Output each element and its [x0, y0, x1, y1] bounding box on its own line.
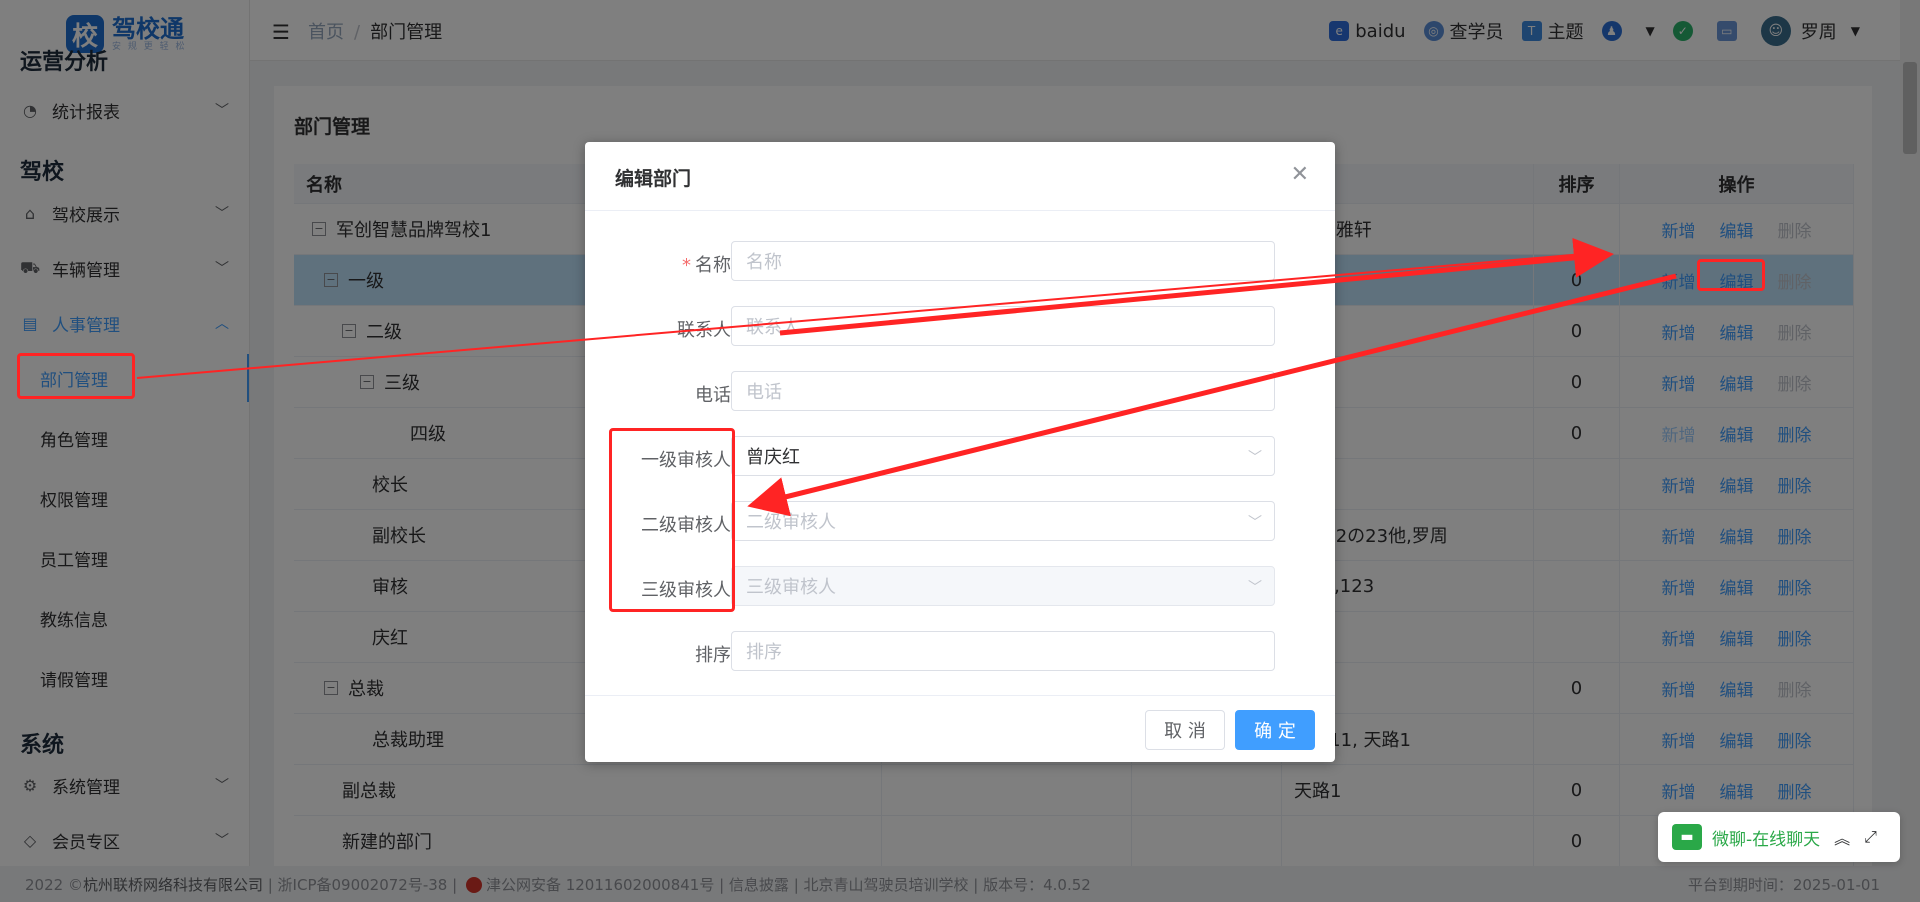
cancel-button[interactable]: 取 消 — [1145, 710, 1225, 750]
collapse-icon[interactable]: ︽ — [1834, 825, 1850, 849]
sort-input[interactable]: 排序 — [731, 631, 1275, 671]
chevron-down-icon: ﹀ — [1248, 515, 1262, 531]
expand-icon[interactable]: ⤢ — [1864, 827, 1877, 847]
required-mark: * — [682, 255, 691, 276]
annotation-box-edit — [1697, 259, 1765, 291]
name-input[interactable]: 名称 — [731, 241, 1275, 281]
approver2-select[interactable]: 二级审核人 ﹀ — [731, 501, 1275, 541]
chevron-down-icon: ﹀ — [1248, 580, 1262, 596]
annotation-box-sidebar — [17, 353, 135, 399]
chevron-down-icon: ﹀ — [1248, 450, 1262, 466]
chat-icon: ▬ — [1672, 824, 1702, 850]
form-row-sort: 排序 排序 — [585, 631, 1335, 673]
contact-input[interactable]: 联系人 — [731, 306, 1275, 346]
chat-widget[interactable]: ▬ 微聊-在线聊天 ︽ ⤢ — [1658, 812, 1900, 862]
close-icon[interactable]: ✕ — [1291, 162, 1309, 187]
confirm-button[interactable]: 确 定 — [1235, 710, 1315, 750]
dialog-title: 编辑部门 — [615, 168, 692, 190]
annotation-box-approvers — [609, 428, 735, 612]
approver1-select[interactable]: 曾庆红 ﹀ — [731, 436, 1275, 476]
chat-label: 微聊-在线聊天 — [1712, 829, 1821, 850]
form-row-phone: 电话 电话 — [585, 371, 1335, 413]
form-row-contact: 联系人 联系人 — [585, 306, 1335, 348]
form-row-name: * 名称 名称 — [585, 241, 1335, 283]
phone-input[interactable]: 电话 — [731, 371, 1275, 411]
approver3-select: 三级审核人 ﹀ — [731, 566, 1275, 606]
